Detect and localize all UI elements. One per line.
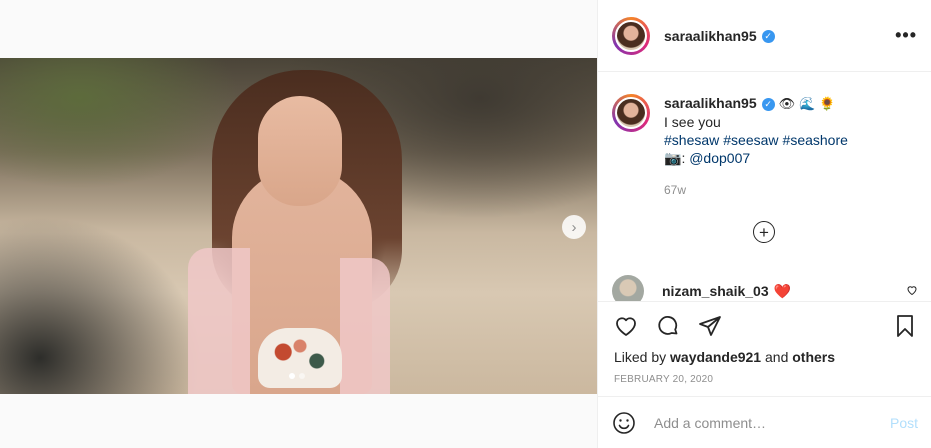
caption-username[interactable]: saraalikhan95 [664,95,757,111]
media-area: › [0,0,597,448]
emoji-picker-icon[interactable] [612,411,636,435]
photo-scarf-right [340,258,390,394]
caption-verified-badge-icon: ✓ [761,97,775,111]
photo-subject-face [258,96,342,206]
comment-row: nizam_shaik_03 ❤️ [612,275,918,301]
comment-input[interactable] [652,413,876,432]
comment-like-icon[interactable] [906,284,918,299]
header-username-text[interactable]: saraalikhan95 [664,28,757,44]
carousel-dot [299,373,305,379]
photo-scarf-left [188,248,250,394]
caption: saraalikhan95 ✓ 👁 🌊 🌻 I see you #shesaw #sees… [612,94,852,167]
photo-swimwear [258,328,342,388]
caption-body: saraalikhan95 ✓ 👁 🌊 🌻 I see you #shesaw #sees… [664,94,852,167]
likes-prefix: Liked by [614,349,667,365]
share-icon[interactable] [696,312,724,340]
carousel-indicator [289,373,305,379]
bookmark-icon[interactable] [891,312,919,340]
post-header: saraalikhan95 ✓ ••• [598,0,931,72]
caption-timestamp[interactable]: 67w [664,183,686,197]
post-date[interactable]: FEBRUARY 20, 2020 [614,374,713,385]
more-options-icon[interactable]: ••• [895,25,917,46]
caption-avatar[interactable] [615,97,647,129]
likes-conj: and [765,349,789,365]
comment-text: ❤️ [773,282,792,299]
sunflower-emoji-icon: 🌻 [819,96,836,111]
carousel-dot-active [289,373,295,379]
wave-emoji-icon: 🌊 [799,96,816,111]
comment-avatar[interactable] [612,275,644,301]
camera-emoji-icon: 📷 [664,150,682,166]
caption-story-ring[interactable] [612,94,650,132]
carousel-next-button[interactable]: › [562,215,586,239]
post-comment-button[interactable]: Post [890,415,918,431]
load-more-comments-button[interactable]: + [753,221,775,243]
likes-summary: Liked by waydande921 and others [614,349,835,365]
comment-username[interactable]: nizam_shaik_03 [662,283,769,299]
hashtag-link[interactable]: #seesaw [723,132,778,148]
comments-section: saraalikhan95 ✓ 👁 🌊 🌻 I see you #shesaw #sees… [598,72,931,301]
verified-badge-icon: ✓ [761,30,775,44]
avatar[interactable] [615,19,647,52]
credit-separator: : [681,150,686,166]
mention-link[interactable]: @dop007 [689,150,750,166]
caption-hashtags: #shesaw #seesaw #seashore [664,131,852,149]
eye-emoji-icon: 👁 [778,96,796,111]
post-panel: saraalikhan95 ✓ ••• saraalikhan95 ✓ 👁 🌊 🌻 I s… [597,0,931,448]
hashtag-link[interactable]: #shesaw [664,132,719,148]
caption-credit: 📷: @dop007 [664,149,852,167]
likes-user-link[interactable]: waydande921 [670,349,761,365]
actions-section: Liked by waydande921 and others FEBRUARY… [598,301,931,448]
story-ring[interactable] [612,16,650,55]
like-icon[interactable] [612,312,640,340]
caption-text: I see you [664,114,721,130]
hashtag-link[interactable]: #seashore [783,132,848,148]
add-comment-bar: Post [598,396,931,448]
post-photo[interactable] [0,58,597,394]
header-username[interactable]: saraalikhan95 ✓ [664,28,775,44]
comment-icon[interactable] [654,312,682,340]
action-icons [612,312,724,340]
likes-others-link[interactable]: others [792,349,835,365]
